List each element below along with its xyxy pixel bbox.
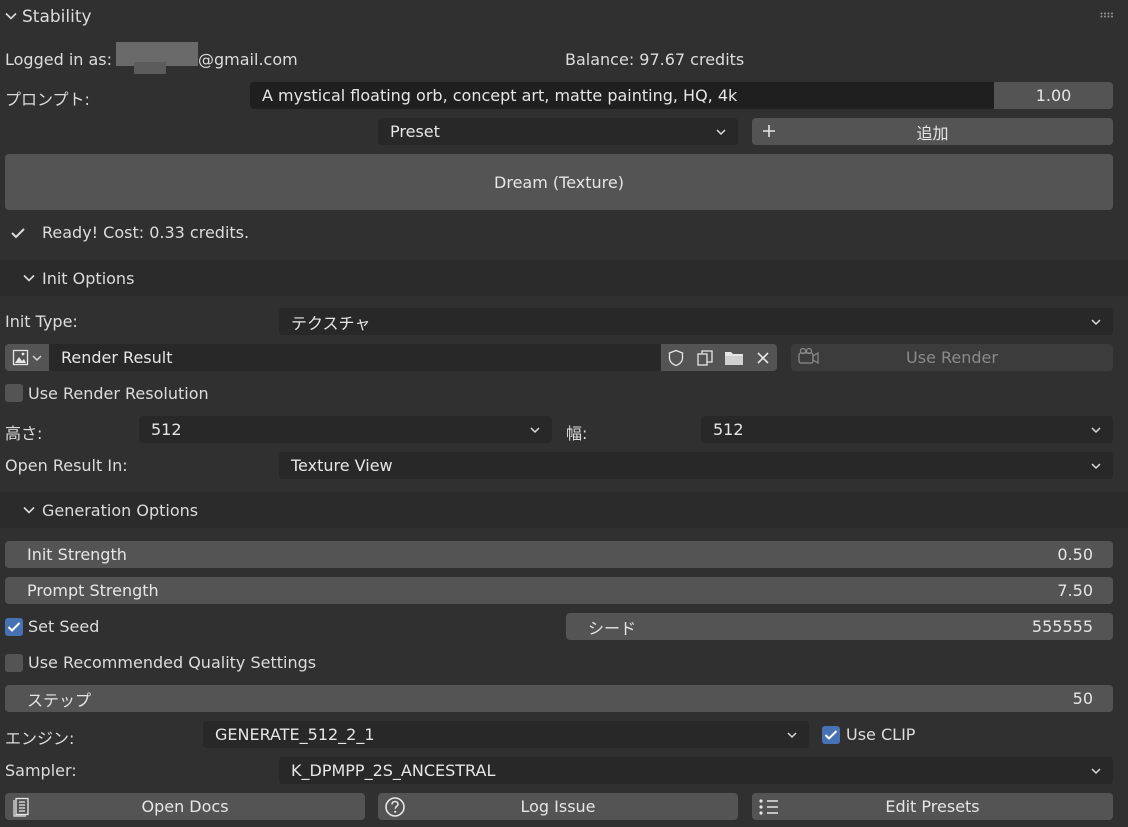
log-issue-button[interactable]: Log Issue	[378, 793, 738, 820]
use-render-resolution-checkbox[interactable]	[5, 384, 23, 402]
shield-icon	[668, 349, 683, 366]
sampler-dropdown[interactable]: K_DPMPP_2S_ANCESTRAL	[279, 757, 1113, 784]
set-seed-checkbox[interactable]	[5, 618, 23, 636]
chevron-down-icon	[5, 12, 17, 20]
panel-title: Stability	[22, 7, 92, 27]
chevron-down-icon	[32, 355, 42, 361]
chevron-down-icon	[716, 128, 726, 135]
chevron-down-icon	[1091, 318, 1101, 325]
seed-label: シード	[588, 618, 637, 638]
seed-value: 555555	[1031, 617, 1093, 636]
logged-in-label: Logged in as:	[5, 50, 113, 69]
balance-text: Balance: 97.67 credits	[565, 50, 745, 69]
chevron-down-icon	[1091, 767, 1101, 774]
list-icon	[759, 799, 778, 815]
duplicate-image-button[interactable]	[690, 344, 719, 371]
plus-icon	[763, 125, 775, 137]
sampler-label: Sampler:	[5, 761, 77, 780]
document-icon	[13, 797, 29, 817]
image-icon	[12, 349, 29, 365]
edit-presets-button[interactable]: Edit Presets	[752, 793, 1113, 820]
email-suffix: @gmail.com	[198, 50, 298, 69]
close-icon	[756, 351, 769, 364]
height-label: 高さ:	[5, 424, 43, 443]
chevron-down-icon	[1091, 426, 1101, 433]
sampler-value: K_DPMPP_2S_ANCESTRAL	[291, 761, 496, 780]
height-dropdown[interactable]: 512	[139, 416, 552, 443]
open-docs-button[interactable]: Open Docs	[5, 793, 365, 820]
chevron-down-icon	[530, 426, 540, 433]
init-strength-slider[interactable]: Init Strength 0.50	[5, 541, 1113, 568]
edit-presets-label: Edit Presets	[885, 797, 980, 816]
generation-options-header[interactable]: Generation Options	[0, 492, 1128, 528]
prompt-input[interactable]: A mystical floating orb, concept art, ma…	[250, 82, 994, 109]
engine-dropdown[interactable]: GENERATE_512_2_1	[203, 721, 809, 748]
status-text: Ready! Cost: 0.33 credits.	[42, 223, 250, 242]
prompt-strength-value: 7.50	[1057, 581, 1093, 600]
chevron-down-icon	[23, 506, 35, 514]
generation-options-title: Generation Options	[42, 501, 199, 520]
steps-label: ステップ	[27, 690, 92, 710]
email-redaction-tail	[134, 62, 166, 74]
unlink-image-button[interactable]	[748, 344, 777, 371]
init-strength-value: 0.50	[1057, 545, 1093, 564]
add-preset-label: 追加	[916, 123, 949, 143]
steps-value: 50	[1072, 689, 1093, 708]
prompt-strength-label: Prompt Strength	[27, 581, 159, 600]
add-preset-button[interactable]: 追加	[752, 118, 1113, 145]
width-dropdown[interactable]: 512	[701, 416, 1113, 443]
preset-dropdown[interactable]: Preset	[378, 118, 738, 145]
image-name-field[interactable]: Render Result	[49, 344, 661, 371]
panel-header[interactable]: Stability	[0, 0, 1128, 34]
use-recommended-label: Use Recommended Quality Settings	[28, 653, 317, 672]
open-result-label: Open Result In:	[5, 456, 128, 475]
use-recommended-checkbox[interactable]	[5, 654, 23, 672]
init-type-label: Init Type:	[5, 312, 78, 331]
grip-icon[interactable]	[1100, 12, 1116, 18]
preset-selected: Preset	[390, 122, 440, 141]
log-issue-label: Log Issue	[520, 797, 596, 816]
height-value: 512	[151, 420, 182, 439]
dream-button[interactable]: Dream (Texture)	[5, 154, 1113, 210]
chevron-down-icon	[787, 731, 797, 738]
checkmark-icon	[11, 228, 25, 239]
engine-label: エンジン:	[5, 729, 75, 748]
use-clip-checkbox[interactable]	[822, 726, 840, 744]
duplicate-icon	[696, 349, 713, 366]
checkmark-icon	[7, 622, 21, 632]
engine-value: GENERATE_512_2_1	[215, 725, 375, 744]
open-docs-label: Open Docs	[141, 797, 229, 816]
steps-slider[interactable]: ステップ 50	[5, 685, 1113, 712]
image-browse-button[interactable]	[5, 344, 49, 371]
use-render-resolution-label: Use Render Resolution	[28, 384, 209, 403]
init-strength-label: Init Strength	[27, 545, 127, 564]
width-value: 512	[713, 420, 744, 439]
folder-icon	[724, 351, 743, 365]
prompt-strength-slider[interactable]: Prompt Strength 7.50	[5, 577, 1113, 604]
init-type-value: テクスチャ	[291, 313, 371, 333]
chevron-down-icon	[1091, 462, 1101, 469]
init-options-header[interactable]: Init Options	[0, 260, 1128, 296]
init-type-dropdown[interactable]: テクスチャ	[279, 308, 1113, 335]
help-icon	[385, 797, 405, 817]
chevron-down-icon	[23, 274, 35, 282]
prompt-weight-field[interactable]: 1.00	[994, 82, 1113, 109]
checkmark-icon	[824, 730, 838, 740]
prompt-label: プロンプト:	[5, 90, 90, 109]
render-camera-icon	[798, 347, 819, 365]
open-result-value: Texture View	[291, 456, 393, 475]
set-seed-label: Set Seed	[28, 617, 100, 636]
fake-user-button[interactable]	[661, 344, 690, 371]
use-render-label: Use Render	[906, 348, 998, 367]
init-options-title: Init Options	[42, 269, 135, 288]
seed-field[interactable]: シード 555555	[566, 613, 1113, 640]
use-render-button[interactable]: Use Render	[791, 344, 1113, 371]
open-result-dropdown[interactable]: Texture View	[279, 452, 1113, 479]
use-clip-label: Use CLIP	[846, 725, 916, 744]
open-image-button[interactable]	[719, 344, 748, 371]
width-label: 幅:	[566, 424, 588, 443]
